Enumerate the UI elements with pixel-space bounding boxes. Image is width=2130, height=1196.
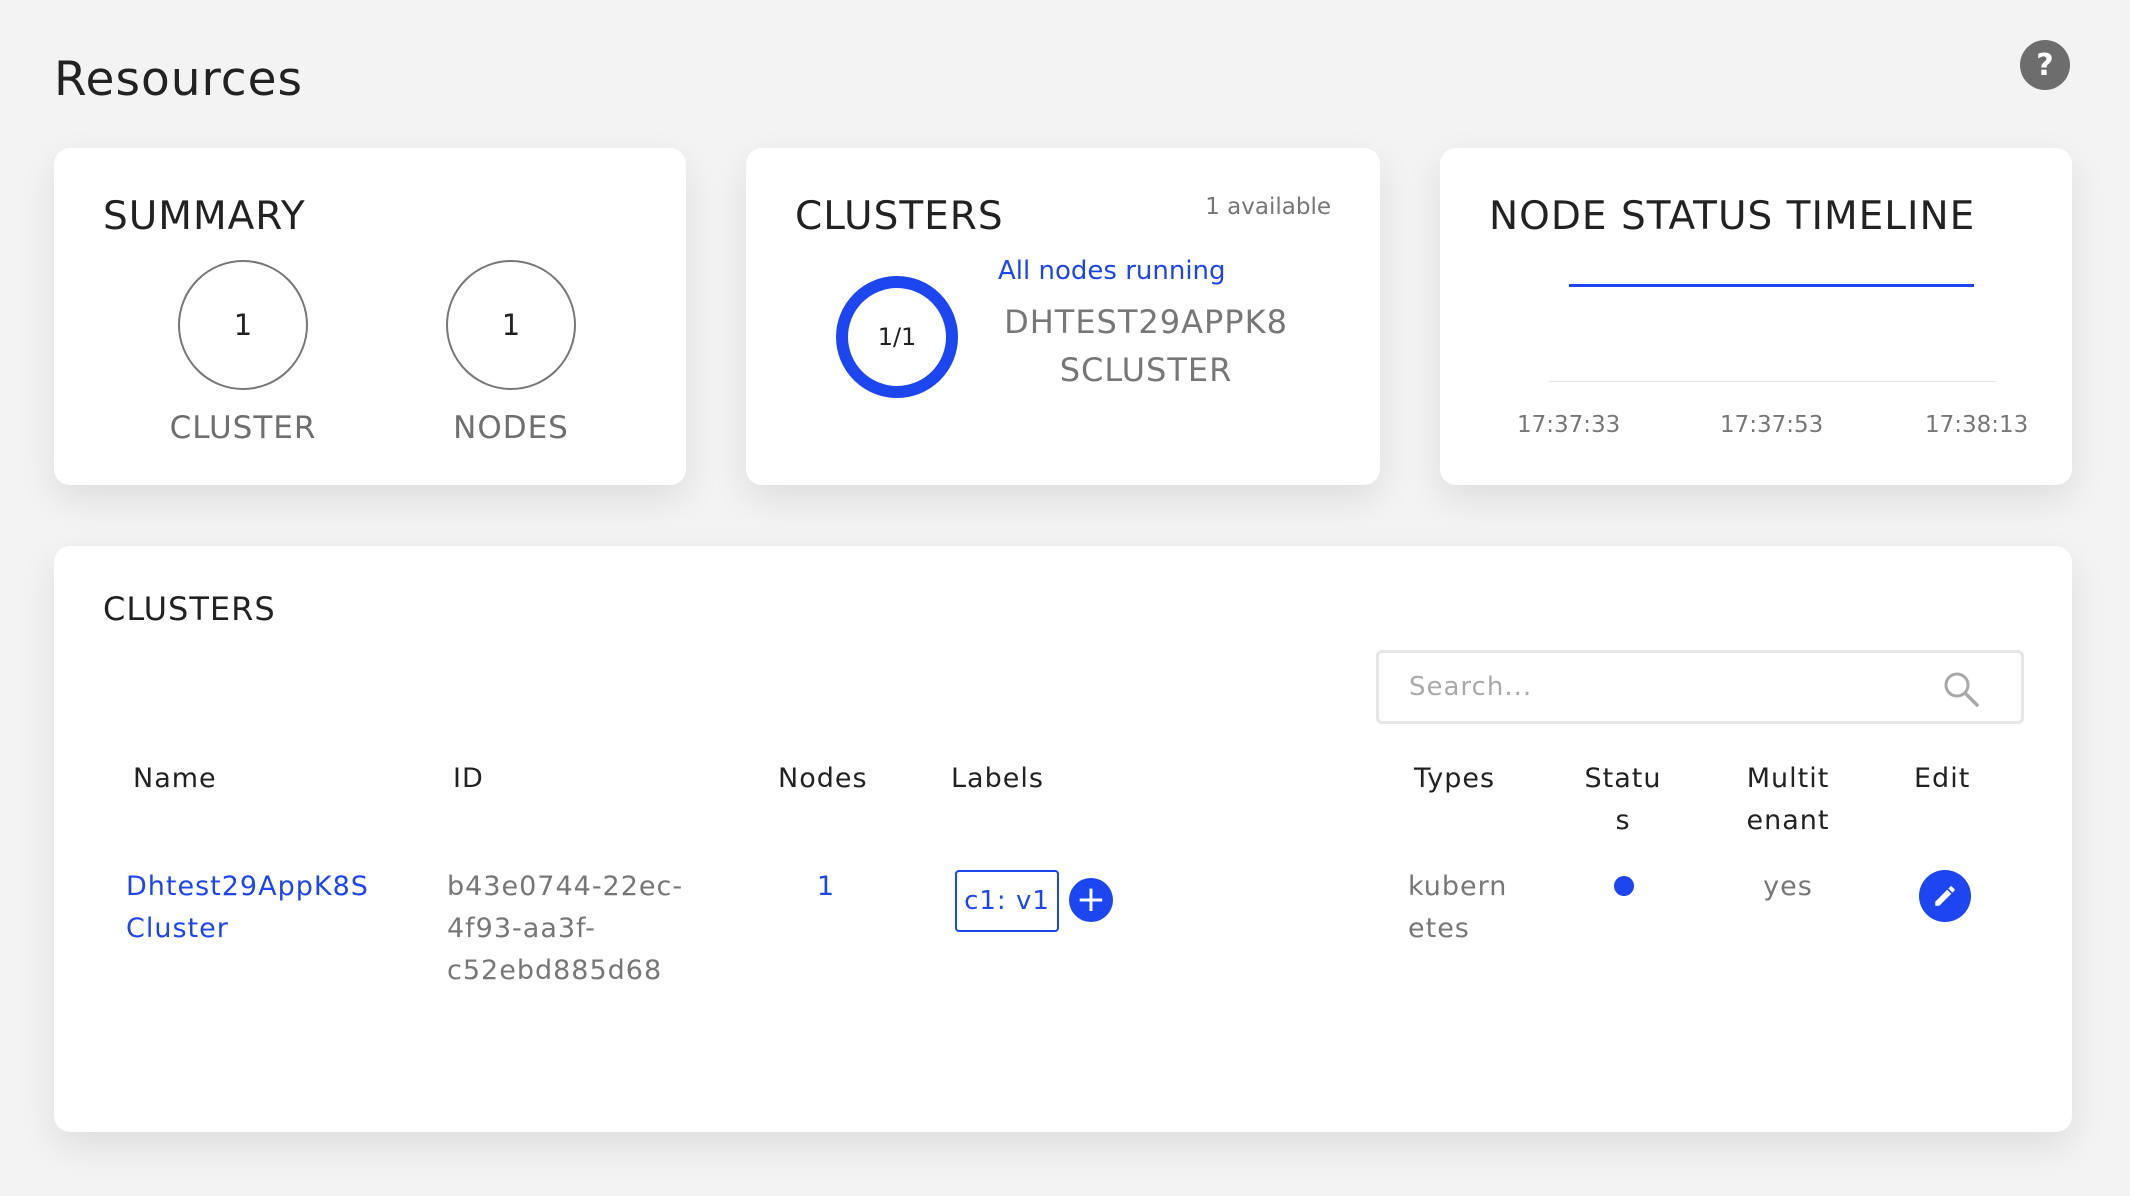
column-header-multitenant-line1: Multit (1746, 763, 1830, 794)
summary-card: SUMMARY 1 CLUSTER 1 NODES (54, 148, 686, 485)
column-header-labels[interactable]: Labels (951, 758, 1044, 800)
clusters-overview-card: CLUSTERS 1 available 1/1 All nodes runni… (746, 148, 1380, 485)
clusters-table-title: CLUSTERS (103, 590, 276, 628)
column-header-status[interactable]: Statu s (1581, 758, 1665, 842)
pencil-icon (1935, 886, 1955, 906)
cluster-nodes-count[interactable]: 1 (816, 866, 836, 908)
column-header-nodes[interactable]: Nodes (778, 758, 868, 800)
question-mark-icon: ? (2036, 47, 2054, 83)
cluster-type-line2: etes (1408, 913, 1470, 944)
column-header-status-line2: s (1615, 805, 1631, 836)
timeline-status-line (1569, 284, 1974, 287)
page-title: Resources (54, 52, 304, 107)
timeline-tick: 17:37:53 (1720, 412, 1824, 438)
cluster-count-label: CLUSTER (169, 410, 317, 446)
overview-cluster-name: DHTEST29APPK8 SCLUSTER (986, 298, 1306, 394)
status-indicator-dot (1614, 876, 1634, 896)
clusters-table-card: CLUSTERS Name ID Nodes Labels Types Stat… (54, 546, 2072, 1132)
column-header-status-line1: Statu (1584, 763, 1662, 794)
add-label-button[interactable]: + (1069, 878, 1113, 922)
plus-icon: + (1075, 879, 1107, 920)
clusters-overview-title: CLUSTERS (795, 194, 1004, 239)
search-icon[interactable] (1941, 669, 1981, 709)
timeline-title: NODE STATUS TIMELINE (1489, 194, 1976, 239)
cluster-ratio: 1/1 (877, 323, 917, 351)
overview-cluster-name-line2: SCLUSTER (1059, 351, 1233, 389)
help-button[interactable]: ? (2020, 40, 2070, 90)
summary-title: SUMMARY (103, 194, 306, 239)
column-header-multitenant-line2: enant (1746, 805, 1830, 836)
cluster-id-line2: 4f93-aa3f- (447, 913, 596, 944)
nodes-count-circle: 1 (446, 260, 576, 390)
column-header-name[interactable]: Name (133, 758, 217, 800)
nodes-count-label: NODES (453, 410, 569, 446)
timeline-axis (1549, 381, 1996, 382)
overview-cluster-name-line1: DHTEST29APPK8 (1004, 303, 1288, 341)
available-count: 1 available (1205, 194, 1331, 220)
column-header-types[interactable]: Types (1414, 758, 1495, 800)
search-box (1376, 650, 2024, 724)
cluster-label-chip[interactable]: c1: v1 (955, 870, 1059, 932)
cluster-count-circle: 1 (178, 260, 308, 390)
timeline-tick: 17:37:33 (1517, 412, 1621, 438)
column-header-multitenant[interactable]: Multit enant (1738, 758, 1838, 842)
cluster-ratio-donut: 1/1 (836, 276, 958, 398)
cluster-count: 1 (233, 308, 253, 342)
cluster-id-line1: b43e0744-22ec- (447, 871, 684, 902)
cluster-name-line1: Dhtest29AppK8S (126, 871, 369, 902)
node-status-timeline-card: NODE STATUS TIMELINE 17:37:33 17:37:53 1… (1440, 148, 2072, 485)
nodes-count: 1 (501, 308, 521, 342)
cluster-multitenant: yes (1763, 871, 1813, 902)
edit-cluster-button[interactable] (1919, 870, 1971, 922)
search-input[interactable] (1409, 653, 1929, 721)
cluster-type: kubern etes (1408, 866, 1507, 950)
nodes-running-status: All nodes running (998, 256, 1226, 286)
column-header-edit: Edit (1914, 763, 1971, 794)
timeline-tick: 17:38:13 (1925, 412, 2029, 438)
cluster-id-line3: c52ebd885d68 (447, 955, 663, 986)
cluster-type-line1: kubern (1408, 871, 1508, 902)
cluster-name-line2: Cluster (126, 913, 229, 944)
column-header-id[interactable]: ID (453, 758, 484, 800)
cluster-name-link[interactable]: Dhtest29AppK8S Cluster (126, 866, 369, 950)
cluster-id: b43e0744-22ec- 4f93-aa3f- c52ebd885d68 (447, 866, 683, 992)
